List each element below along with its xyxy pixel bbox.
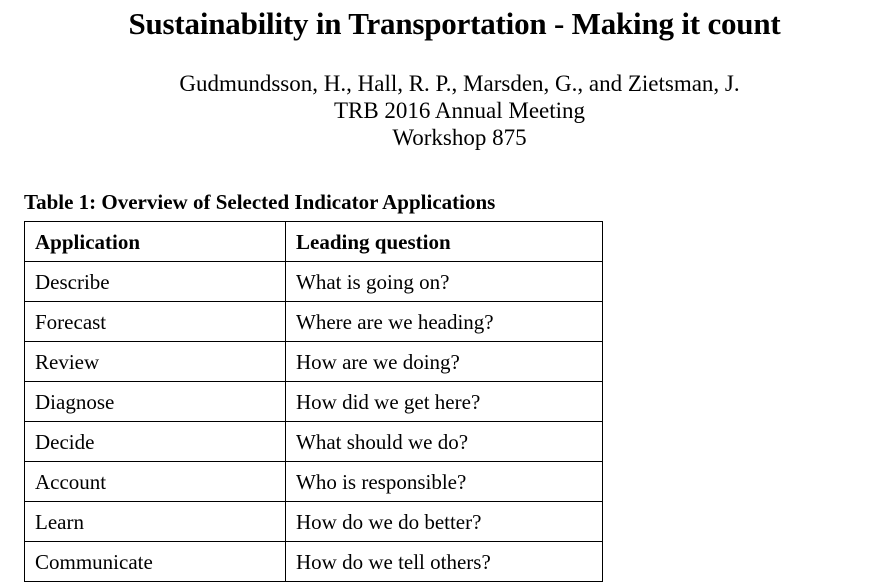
authorship-block: Gudmundsson, H., Hall, R. P., Marsden, G… xyxy=(0,70,891,151)
cell-leading-question: Where are we heading? xyxy=(285,301,603,342)
cell-leading-question: What is going on? xyxy=(285,261,603,302)
table-row: Communicate How do we tell others? xyxy=(24,541,603,582)
cell-application: Forecast xyxy=(24,301,286,342)
cell-application: Communicate xyxy=(24,541,286,582)
slide-page: Sustainability in Transportation - Makin… xyxy=(0,0,891,588)
cell-leading-question: How do we tell others? xyxy=(285,541,603,582)
table-row: Describe What is going on? xyxy=(24,261,603,302)
indicator-applications-table: Application Leading question Describe Wh… xyxy=(24,221,603,582)
table-row: Diagnose How did we get here? xyxy=(24,381,603,422)
table-row: Learn How do we do better? xyxy=(24,501,603,542)
column-header-leading-question: Leading question xyxy=(285,221,603,262)
cell-application: Decide xyxy=(24,421,286,462)
cell-application: Diagnose xyxy=(24,381,286,422)
cell-leading-question: Who is responsible? xyxy=(285,461,603,502)
session-name: Workshop 875 xyxy=(392,125,527,150)
title-block: Sustainability in Transportation - Makin… xyxy=(0,0,891,41)
cell-application: Review xyxy=(24,341,286,382)
table-body: Describe What is going on? Forecast Wher… xyxy=(24,261,603,582)
cell-application: Describe xyxy=(24,261,286,302)
table-row: Forecast Where are we heading? xyxy=(24,301,603,342)
table-head: Application Leading question xyxy=(24,221,603,262)
table-row: Account Who is responsible? xyxy=(24,461,603,502)
table-caption: Table 1: Overview of Selected Indicator … xyxy=(24,190,496,214)
cell-leading-question: How do we do better? xyxy=(285,501,603,542)
table-header-row: Application Leading question xyxy=(24,221,603,262)
event-name: TRB 2016 Annual Meeting xyxy=(333,98,586,123)
table-row: Decide What should we do? xyxy=(24,421,603,462)
cell-leading-question: How are we doing? xyxy=(285,341,603,382)
page-title: Sustainability in Transportation - Makin… xyxy=(128,6,781,41)
cell-application: Learn xyxy=(24,501,286,542)
cell-application: Account xyxy=(24,461,286,502)
cell-leading-question: What should we do? xyxy=(285,421,603,462)
cell-leading-question: How did we get here? xyxy=(285,381,603,422)
author-list: Gudmundsson, H., Hall, R. P., Marsden, G… xyxy=(179,71,740,96)
column-header-application: Application xyxy=(24,221,286,262)
table-row: Review How are we doing? xyxy=(24,341,603,382)
